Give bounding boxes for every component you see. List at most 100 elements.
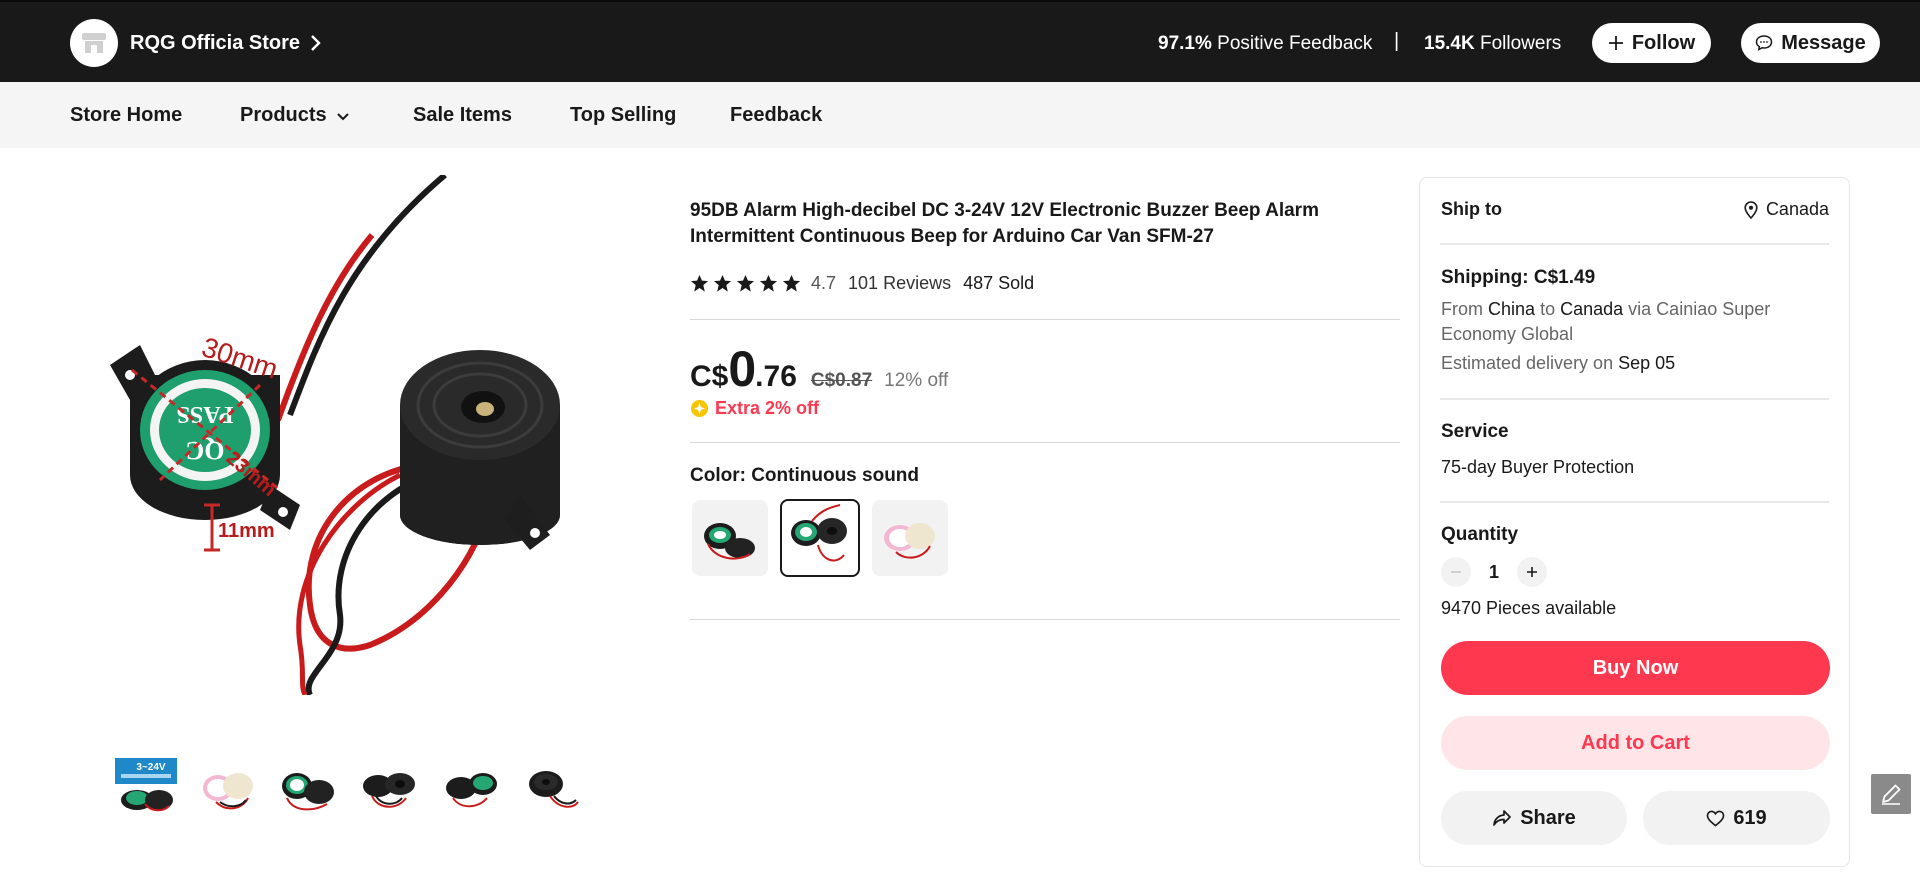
feedback-percent: 97.1% (1158, 33, 1212, 54)
star-icon (690, 274, 709, 292)
thumbnail-1[interactable]: 3~24V (115, 758, 177, 816)
estimated-delivery: Estimated delivery on Sep 05 (1441, 353, 1675, 374)
nav-products[interactable]: Products (240, 104, 351, 127)
color-swatch-intermittent[interactable] (692, 500, 768, 576)
minus-icon (1451, 571, 1461, 573)
thumbnail-2[interactable] (196, 758, 258, 816)
quantity-increase-button[interactable] (1517, 557, 1547, 587)
share-label: Share (1520, 806, 1576, 829)
star-icon (736, 274, 755, 292)
followers-label: Followers (1479, 33, 1562, 54)
nav-feedback[interactable]: Feedback (730, 104, 822, 127)
nav-sale-items[interactable]: Sale Items (413, 104, 512, 127)
location-pin-icon (1744, 200, 1758, 219)
rating-row: 4.7 101 Reviews 487 Sold (690, 273, 1034, 294)
ship-to-label: Ship to (1441, 199, 1502, 219)
message-button[interactable]: Message (1741, 23, 1880, 63)
service-label: Service (1441, 421, 1509, 442)
extra-discount-label: Extra 2% off (715, 398, 820, 418)
color-swatches (692, 499, 948, 577)
store-header: RQG Officia Store 97.1% Positive Feedbac… (0, 0, 1920, 82)
share-button[interactable]: Share (1441, 791, 1627, 845)
extra-discount: Extra 2% off (690, 398, 819, 419)
followers-count: 15.4K Followers (1424, 33, 1561, 55)
nav-label: Top Selling (570, 104, 677, 126)
chevron-right-icon[interactable] (304, 32, 326, 54)
divider (690, 319, 1400, 320)
ship-to-selector[interactable]: Canada (1744, 199, 1829, 220)
thumbnail-badge: 3~24V (136, 762, 166, 773)
feedback-label: Positive Feedback (1217, 33, 1373, 54)
price-row: C$ 0 .76 C$0.87 12% off (690, 340, 948, 398)
nav-label: Products (240, 104, 327, 126)
dimension-height: 11mm (218, 520, 275, 542)
color-swatch-continuous[interactable] (780, 499, 860, 577)
delivery-date: Sep 05 (1618, 353, 1676, 373)
wishlist-button[interactable]: 619 (1643, 791, 1830, 845)
chat-bubble-icon (1755, 35, 1773, 51)
nav-store-home[interactable]: Store Home (70, 104, 182, 127)
route-from: From (1441, 299, 1483, 319)
heart-icon (1706, 810, 1725, 827)
thumbnail-3[interactable] (277, 758, 339, 816)
product-title: 95DB Alarm High-decibel DC 3-24V 12V Ele… (690, 200, 1319, 247)
route-destination: Canada (1560, 299, 1624, 319)
nav-label: Store Home (70, 104, 183, 126)
product-main-image[interactable]: PASS QC 30mm 23mm 11mm (100, 172, 600, 697)
quantity-decrease-button[interactable] (1441, 557, 1471, 587)
reviews-link[interactable]: 101 Reviews (848, 273, 951, 294)
original-price: C$0.87 (810, 370, 873, 391)
nav-label: Feedback (730, 104, 823, 126)
thumbnail-strip: 3~24V (115, 758, 582, 816)
thumbnail-6[interactable] (520, 758, 582, 816)
price-currency: C$ (690, 360, 729, 393)
sticker-text-top: PASS (177, 401, 234, 427)
plus-icon (1608, 36, 1623, 50)
follow-button[interactable]: Follow (1592, 23, 1711, 63)
thumbnail-4[interactable] (358, 758, 420, 816)
buy-now-button[interactable]: Buy Now (1441, 641, 1830, 695)
star-icon (713, 274, 732, 292)
quantity-value[interactable]: 1 (1489, 562, 1499, 583)
purchase-panel: Ship to Canada Shipping: C$1.49 From Chi… (1419, 177, 1850, 867)
star-icon (759, 274, 778, 292)
nav-label: Sale Items (413, 104, 512, 126)
divider (690, 442, 1400, 443)
rating-stars (690, 274, 801, 293)
sold-count: 487 Sold (963, 273, 1035, 293)
divider (1440, 398, 1829, 400)
message-label: Message (1781, 31, 1866, 54)
edit-button[interactable] (1871, 774, 1911, 814)
store-name[interactable]: RQG Officia Store (130, 32, 300, 55)
route-origin: China (1488, 299, 1536, 319)
shipping-fee: Shipping: C$1.49 (1441, 267, 1596, 288)
quantity-stepper: 1 (1441, 557, 1547, 587)
divider (1440, 243, 1829, 245)
coin-icon (690, 399, 709, 418)
thumbnail-5[interactable] (439, 758, 501, 816)
divider (1440, 501, 1829, 503)
quantity-label: Quantity (1441, 524, 1519, 545)
shipping-route: From China to Canada via Cainiao Super E… (1441, 297, 1830, 347)
ship-to-country: Canada (1765, 199, 1829, 219)
follow-label: Follow (1631, 31, 1696, 54)
share-arrow-icon (1493, 810, 1512, 826)
route-to: to (1540, 299, 1556, 319)
star-icon (782, 274, 801, 292)
store-icon[interactable] (70, 19, 118, 67)
header-separator: | (1394, 30, 1400, 52)
price-decimal: .76 (755, 360, 797, 393)
wishlist-count: 619 (1733, 806, 1767, 829)
store-nav: Store Home Products Sale Items Top Selli… (0, 82, 1920, 148)
delivery-label: Estimated delivery on (1441, 353, 1614, 373)
add-to-cart-button[interactable]: Add to Cart (1441, 716, 1830, 770)
chevron-down-icon (336, 112, 349, 120)
color-swatch-pink[interactable] (872, 500, 948, 576)
buyer-protection[interactable]: 75-day Buyer Protection (1441, 457, 1634, 478)
positive-feedback: 97.1% Positive Feedback (1158, 33, 1372, 55)
divider (690, 619, 1400, 620)
discount-percent: 12% off (884, 370, 949, 391)
price-integer: 0 (728, 341, 756, 397)
nav-top-selling[interactable]: Top Selling (570, 104, 676, 127)
pieces-available: 9470 Pieces available (1441, 598, 1617, 618)
